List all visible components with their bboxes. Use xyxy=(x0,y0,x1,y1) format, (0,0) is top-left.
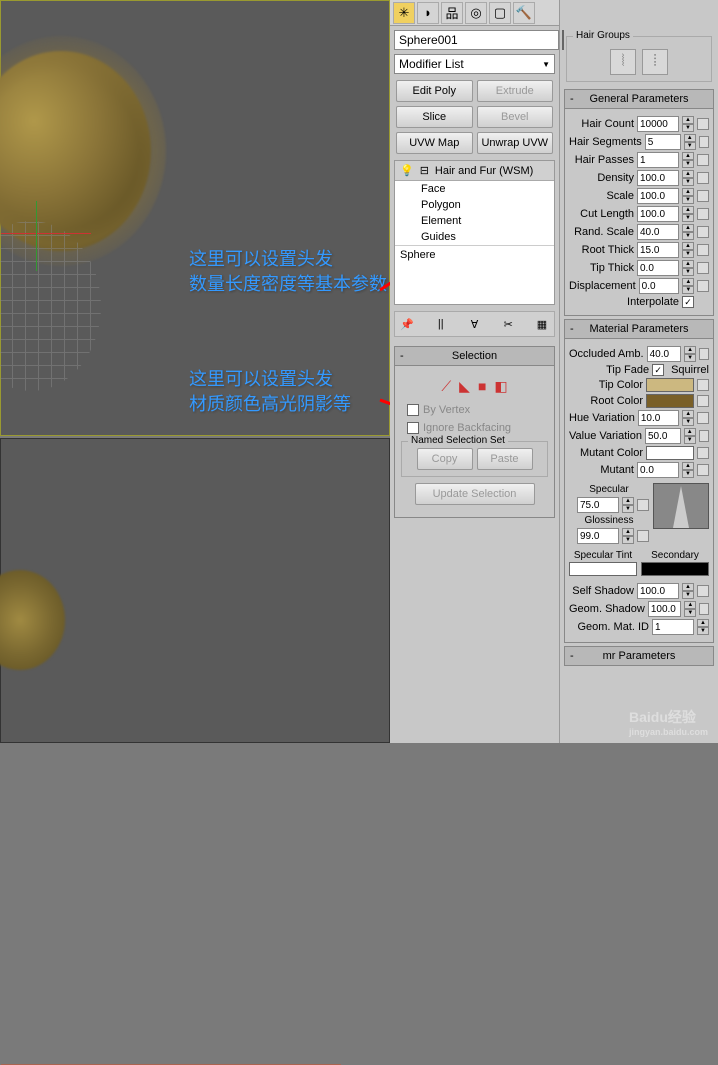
hair-groups-label: Hair Groups xyxy=(573,30,633,41)
stack-guides[interactable]: Guides xyxy=(395,229,554,245)
interpolate-label: Interpolate xyxy=(569,296,679,308)
spinner-2[interactable]: 1 xyxy=(637,152,679,168)
lightbulb-icon[interactable]: 💡 xyxy=(400,164,414,177)
material-params-body: Occluded Amb.40.0▲▼ Tip Fade✓Squirrel Ti… xyxy=(564,339,714,643)
stack-tools: 📌 || ∀ ✂ ▦ xyxy=(394,311,555,337)
param-row-hair-passes: Hair Passes1▲▼ xyxy=(569,151,709,169)
param-row-hair-segments: Hair Segments5▲▼ xyxy=(569,133,709,151)
general-params-header[interactable]: General Parameters xyxy=(564,89,714,109)
object-name-input[interactable] xyxy=(394,30,559,50)
unwrap-uvw-button[interactable]: Unwrap UVW xyxy=(477,132,554,154)
utilities-tab[interactable]: 🔨 xyxy=(513,2,535,24)
viewport-bottom[interactable] xyxy=(0,438,390,743)
selection-rollout-header[interactable]: Selection xyxy=(394,346,555,366)
show-result-icon[interactable]: || xyxy=(433,316,449,332)
motion-tab[interactable]: ◎ xyxy=(465,2,487,24)
tip-color-swatch[interactable] xyxy=(646,378,694,392)
val-var-spinner[interactable]: 50.0 xyxy=(645,428,681,444)
bevel-button[interactable]: Bevel xyxy=(477,106,554,128)
watermark: Baidu经验 jingyan.baidu.com xyxy=(629,707,708,737)
param-row-cut-length: Cut Length100.0▲▼ xyxy=(569,205,709,223)
param-row-root-thick: Root Thick15.0▲▼ xyxy=(569,241,709,259)
update-selection-button[interactable]: Update Selection xyxy=(415,483,535,505)
slice-button[interactable]: Slice xyxy=(396,106,473,128)
param-row-scale: Scale100.0▲▼ xyxy=(569,187,709,205)
configure-icon[interactable]: ▦ xyxy=(534,316,550,332)
split-group-icon[interactable]: ⦚ xyxy=(610,49,636,75)
edit-poly-button[interactable]: Edit Poly xyxy=(396,80,473,102)
spinner-6[interactable]: 40.0 xyxy=(637,224,679,240)
merge-group-icon[interactable]: ⦙ xyxy=(642,49,668,75)
sel-guide-icon[interactable]: ⟋ xyxy=(441,378,451,395)
annotation-material: 这里可以设置头发材质颜色高光阴影等 xyxy=(189,367,351,417)
param-row-density: Density100.0▲▼ xyxy=(569,169,709,187)
x-axis xyxy=(1,233,91,234)
panel-tabs: ✳ ◗ 品 ◎ ▢ 🔨 xyxy=(390,0,559,26)
stack-polygon[interactable]: Polygon xyxy=(395,197,554,213)
extrude-button[interactable]: Extrude xyxy=(477,80,554,102)
spinner-3[interactable]: 100.0 xyxy=(637,170,679,186)
pin-stack-icon[interactable]: 📌 xyxy=(399,316,415,332)
spec-tint-swatch[interactable] xyxy=(569,562,637,576)
modifier-stack[interactable]: 💡⊟Hair and Fur (WSM) Face Polygon Elemen… xyxy=(394,160,555,305)
copy-button[interactable]: Copy xyxy=(417,448,473,470)
stack-element[interactable]: Element xyxy=(395,213,554,229)
sel-element-icon[interactable]: ◧ xyxy=(494,378,507,395)
stack-face[interactable]: Face xyxy=(395,181,554,197)
viewport-perspective[interactable]: 这里可以设置头发数量长度密度等基本参数 这里可以设置头发材质颜色高光阴影等 xyxy=(0,0,390,436)
mr-params-header[interactable]: mr Parameters xyxy=(564,646,714,666)
root-color-swatch[interactable] xyxy=(646,394,694,408)
display-tab[interactable]: ▢ xyxy=(489,2,511,24)
modify-tab[interactable]: ◗ xyxy=(417,2,439,24)
param-row-hair-count: Hair Count10000▲▼ xyxy=(569,115,709,133)
spinner-0[interactable]: 10000 xyxy=(637,116,679,132)
tip-fade-checkbox[interactable]: ✓ xyxy=(652,364,664,376)
material-params-header[interactable]: Material Parameters xyxy=(564,319,714,339)
stack-sphere[interactable]: Sphere xyxy=(395,245,554,264)
annotation-general: 这里可以设置头发数量长度密度等基本参数 xyxy=(189,247,387,297)
spinner-7[interactable]: 15.0 xyxy=(637,242,679,258)
hierarchy-tab[interactable]: 品 xyxy=(441,2,463,24)
create-tab[interactable]: ✳ xyxy=(393,2,415,24)
spinner-1[interactable]: 5 xyxy=(645,134,681,150)
remove-mod-icon[interactable]: ✂ xyxy=(500,316,516,332)
command-panel: ✳ ◗ 品 ◎ ▢ 🔨 Modifier List Edit Poly Extr… xyxy=(390,0,718,743)
sel-face-icon[interactable]: ◣ xyxy=(459,378,470,395)
spinner-4[interactable]: 100.0 xyxy=(637,188,679,204)
param-row-rand-scale: Rand. Scale40.0▲▼ xyxy=(569,223,709,241)
self-shadow-spinner[interactable]: 100.0 xyxy=(637,583,679,599)
uvw-map-button[interactable]: UVW Map xyxy=(396,132,473,154)
unique-icon[interactable]: ∀ xyxy=(467,316,483,332)
glossiness-spinner[interactable]: 99.0 xyxy=(577,528,619,544)
interpolate-checkbox[interactable]: ✓ xyxy=(682,296,694,308)
y-axis xyxy=(36,201,37,271)
param-row-displacement: Displacement0.0▲▼ xyxy=(569,277,709,295)
hue-var-spinner[interactable]: 10.0 xyxy=(638,410,679,426)
mutant-color-swatch[interactable] xyxy=(646,446,694,460)
by-vertex-checkbox[interactable] xyxy=(407,404,419,416)
specular-graph xyxy=(653,483,709,529)
paste-button[interactable]: Paste xyxy=(477,448,533,470)
occluded-spinner[interactable]: 40.0 xyxy=(647,346,681,362)
spinner-8[interactable]: 0.0 xyxy=(637,260,679,276)
secondary-swatch[interactable] xyxy=(641,562,709,576)
ignore-backfacing-checkbox[interactable] xyxy=(407,422,419,434)
geom-mat-spinner[interactable]: 1 xyxy=(652,619,694,635)
param-row-tip-thick: Tip Thick0.0▲▼ xyxy=(569,259,709,277)
sel-poly-icon[interactable]: ■ xyxy=(478,378,486,395)
mutant-spinner[interactable]: 0.0 xyxy=(637,462,679,478)
spinner-9[interactable]: 0.0 xyxy=(639,278,680,294)
named-set-label: Named Selection Set xyxy=(408,435,508,446)
general-params-body: Hair Count10000▲▼Hair Segments5▲▼Hair Pa… xyxy=(564,109,714,316)
spinner-5[interactable]: 100.0 xyxy=(637,206,679,222)
geom-shadow-spinner[interactable]: 100.0 xyxy=(648,601,682,617)
modifier-list-dropdown[interactable]: Modifier List xyxy=(394,54,555,74)
specular-spinner[interactable]: 75.0 xyxy=(577,497,619,513)
